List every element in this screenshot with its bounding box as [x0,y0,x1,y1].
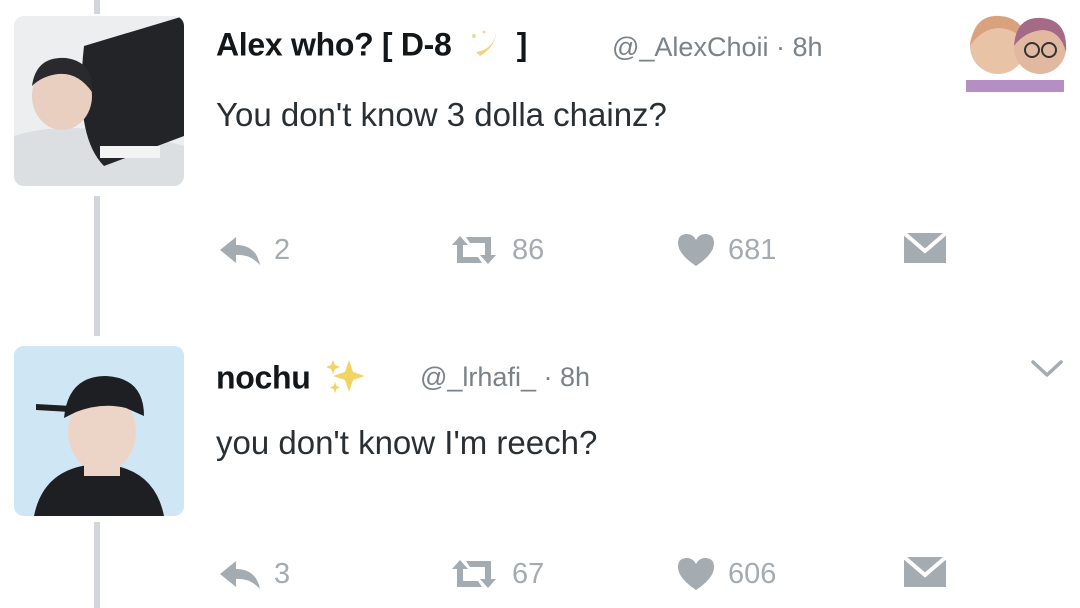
display-name-text: Alex who? [ D-8 [216,26,452,63]
display-name[interactable]: nochu [216,356,371,404]
reply-arrow-icon [218,233,262,267]
tweet-text: you don't know I'm reech? [216,424,598,461]
heart-icon [676,556,716,592]
retweet-button[interactable]: 86 [448,230,544,270]
timestamp[interactable]: · 8h [543,362,590,392]
handle[interactable]: @_AlexChoii [612,32,768,62]
tweet-2: nochu @_lrhafi_ · 8h you don't know I'm … [0,330,1080,608]
like-count: 606 [728,557,777,590]
chevron-down-icon [1030,360,1064,384]
more-options-button[interactable] [1030,358,1064,385]
reply-count: 3 [274,557,291,590]
like-button[interactable]: 606 [676,554,776,594]
reply-count: 2 [274,233,291,266]
retweet-count: 86 [512,233,545,266]
reply-button[interactable]: 2 [218,230,290,270]
tweet-meta: @_lrhafi_ · 8h [420,362,590,393]
direct-message-button[interactable] [902,228,948,268]
tweet-meta: @_AlexChoii · 8h [612,32,823,63]
display-name-text: nochu [216,359,311,396]
reply-arrow-icon [218,557,262,591]
display-name-suffix: ] [516,26,528,63]
timestamp[interactable]: · 8h [776,32,823,62]
retweet-count: 67 [512,557,545,590]
tweet-text: You don't know 3 dolla chainz? [216,96,667,133]
retweet-icon [448,557,500,591]
handle[interactable]: @_lrhafi_ [420,362,536,392]
heart-icon [676,232,716,268]
reply-button[interactable]: 3 [218,554,290,594]
envelope-icon [902,553,948,591]
direct-message-button[interactable] [902,552,948,592]
display-name[interactable]: Alex who? [ D-8 ] [216,26,527,68]
like-count: 681 [728,233,777,266]
envelope-icon [902,229,948,267]
sparkles-icon [325,356,371,404]
avatar[interactable] [14,346,184,516]
avatar[interactable] [14,16,184,186]
retweet-button[interactable]: 67 [448,554,544,594]
crescent-moon-icon [466,26,502,68]
tweet-1: Alex who? [ D-8 ] @_AlexChoii · 8h You d… [0,0,1080,330]
retweet-icon [448,233,500,267]
like-button[interactable]: 681 [676,230,776,270]
